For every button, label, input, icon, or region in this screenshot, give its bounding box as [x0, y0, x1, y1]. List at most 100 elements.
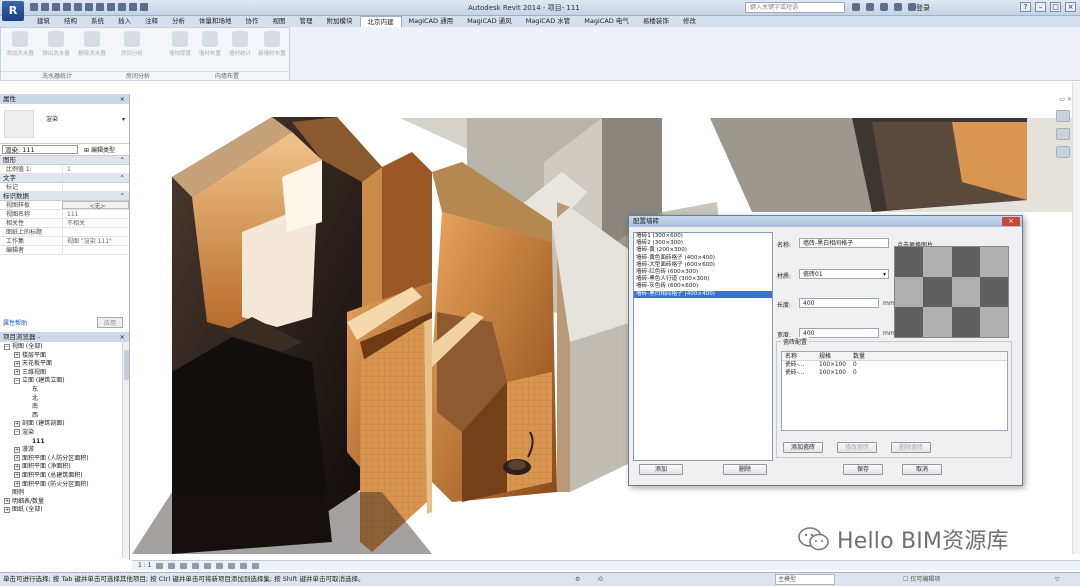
sun-path-icon[interactable] — [180, 562, 188, 569]
ribbon-tab[interactable]: 建筑 — [30, 16, 57, 27]
ribbon-button[interactable]: 墙材统计 — [225, 31, 255, 57]
user-icon[interactable] — [908, 3, 916, 11]
ribbon-button[interactable]: 墙材厚度 — [165, 31, 195, 57]
zoom-icon[interactable] — [1056, 128, 1070, 140]
width-field[interactable]: 400 — [799, 328, 879, 338]
edit-type-button[interactable]: ⊞ 编辑类型 — [84, 145, 115, 154]
ribbon-tab[interactable]: 分析 — [165, 16, 192, 27]
worksets-icon[interactable]: ⚙ — [575, 573, 580, 586]
login-link[interactable]: 登录 — [916, 3, 930, 13]
steering-wheel-icon[interactable] — [1056, 110, 1070, 122]
expand-icon[interactable]: + — [14, 455, 20, 462]
expand-icon[interactable]: + — [14, 463, 20, 470]
collapse-icon[interactable]: ⌃ — [120, 192, 125, 201]
render-icon[interactable] — [204, 562, 212, 569]
ribbon-button[interactable]: 房间分析 — [117, 31, 147, 57]
ribbon-tab[interactable]: 注释 — [138, 16, 165, 27]
tree-item[interactable]: − 立面 (建筑立面) — [0, 377, 129, 386]
ribbon-tab[interactable]: MagiCAD 通用 — [402, 16, 461, 27]
tree-item[interactable]: + 面积平面 (总建筑面积) — [0, 472, 129, 481]
pan-icon[interactable] — [1056, 146, 1070, 158]
property-category[interactable]: 图形 ⌃ — [0, 156, 129, 165]
ribbon-tab[interactable]: 易楼装饰 — [636, 16, 676, 27]
tree-item[interactable]: + 面积平面 (净面积) — [0, 463, 129, 472]
tile-list-item[interactable]: 墙砖-大型面砖格子 (600×600) — [634, 262, 772, 269]
apply-button[interactable]: 应用 — [96, 316, 123, 328]
table-row[interactable]: 瓷砖-… 100×100 0 — [782, 361, 1007, 369]
collapse-icon[interactable]: − — [14, 429, 20, 436]
ribbon-tab[interactable]: 结构 — [57, 16, 84, 27]
close-icon[interactable]: × — [1002, 217, 1020, 226]
ribbon-tab[interactable]: MagiCAD 水管 — [519, 16, 578, 27]
expand-icon[interactable]: + — [14, 481, 20, 487]
collapse-icon[interactable]: ⌃ — [120, 156, 125, 165]
reveal-hidden-icon[interactable] — [252, 562, 260, 569]
filter-icon[interactable]: ▽ — [1055, 573, 1060, 586]
collapse-icon[interactable]: ⌃ — [120, 174, 125, 183]
help-icon[interactable]: ? — [1020, 2, 1031, 12]
expand-icon[interactable]: + — [14, 420, 20, 427]
tile-list-item[interactable]: 墙砖-黄 (200×300) — [634, 247, 772, 254]
tree-item[interactable]: 东 — [0, 386, 129, 395]
collapse-icon[interactable]: − — [4, 343, 10, 350]
material-select[interactable]: 瓷砖01 ▾ — [799, 269, 889, 279]
tree-item[interactable]: 南 — [0, 403, 129, 412]
section-icon[interactable] — [118, 3, 126, 11]
communication-icon[interactable] — [880, 3, 888, 11]
tree-item[interactable]: 111 — [0, 438, 129, 447]
close-icon[interactable]: × — [120, 94, 125, 104]
property-value[interactable] — [62, 228, 129, 236]
print-icon[interactable] — [74, 3, 82, 11]
favorites-icon[interactable] — [894, 3, 902, 11]
editable-only-checkbox[interactable]: ☐ 仅可编辑项 — [903, 573, 940, 586]
redo-icon[interactable] — [63, 3, 71, 11]
chevron-down-icon[interactable]: ▾ — [883, 270, 886, 279]
cancel-button[interactable]: 取消 — [902, 464, 942, 475]
property-value[interactable]: 视图 "渲染 111" — [62, 237, 129, 245]
view-scrollbar[interactable] — [1072, 82, 1080, 554]
ribbon-tab[interactable]: 系统 — [84, 16, 111, 27]
tree-item[interactable]: 图例 — [0, 489, 129, 498]
restore-icon[interactable]: ▭ — [1059, 96, 1065, 103]
expand-icon[interactable]: + — [14, 360, 20, 367]
tree-item[interactable]: + 图纸 (全部) — [0, 506, 129, 515]
ribbon-button[interactable]: 删除洗水器 — [77, 31, 107, 57]
tree-item[interactable]: + 漫游 — [0, 446, 129, 455]
property-value[interactable]: <无> — [62, 201, 129, 210]
property-value[interactable] — [62, 183, 129, 191]
length-field[interactable]: 400 — [799, 298, 879, 308]
detail-level-icon[interactable] — [156, 562, 164, 569]
ribbon-tab[interactable]: 管理 — [293, 16, 320, 27]
ribbon-tab[interactable]: 视图 — [266, 16, 293, 27]
save-icon[interactable] — [41, 3, 49, 11]
tree-item[interactable]: 北 — [0, 395, 129, 404]
crop-view-icon[interactable] — [216, 562, 224, 569]
add-tile-button[interactable]: 添加瓷砖 — [783, 442, 823, 453]
properties-help-link[interactable]: 属性帮助 — [3, 318, 27, 327]
expand-icon[interactable]: + — [14, 446, 20, 453]
property-value[interactable]: 不相关 — [62, 219, 129, 227]
subscription-icon[interactable] — [866, 3, 874, 11]
search-icon[interactable] — [852, 3, 860, 11]
edit-tile-button[interactable]: 修改瓷砖 — [837, 442, 877, 453]
ribbon-tab[interactable]: 插入 — [111, 16, 138, 27]
undo-icon[interactable] — [52, 3, 60, 11]
expand-icon[interactable]: + — [14, 369, 20, 376]
ribbon-button[interactable]: 弹出洗水器 — [41, 31, 71, 57]
tile-preview-image[interactable] — [894, 246, 1009, 338]
tile-type-list[interactable]: 墙砖1 (300×600) 墙砖2 (300×300) 墙砖-黄 (200×300)… — [633, 232, 773, 461]
instance-selector[interactable]: 渲染: 111 — [2, 145, 78, 154]
chevron-down-icon[interactable]: ▾ — [122, 116, 125, 123]
tree-item[interactable]: + 天花板平面 — [0, 360, 129, 369]
type-selector[interactable]: 渲染 ▾ — [0, 104, 129, 144]
add-button[interactable]: 添加 — [639, 464, 683, 475]
tile-list-item[interactable]: 墙砖-黑白相间格子 (400×400) — [634, 290, 772, 298]
close-icon[interactable]: × — [1065, 2, 1076, 12]
ribbon-tab[interactable]: 北京内建 — [359, 16, 402, 27]
tree-item[interactable]: + 楼层平面 — [0, 352, 129, 361]
scrollbar-thumb[interactable] — [124, 350, 129, 380]
delete-tile-button[interactable]: 删除瓷砖 — [891, 442, 931, 453]
ribbon-tab[interactable]: MagiCAD 电气 — [577, 16, 636, 27]
ribbon-button[interactable]: 添加洗水器 — [5, 31, 35, 57]
shadows-icon[interactable] — [192, 562, 200, 569]
